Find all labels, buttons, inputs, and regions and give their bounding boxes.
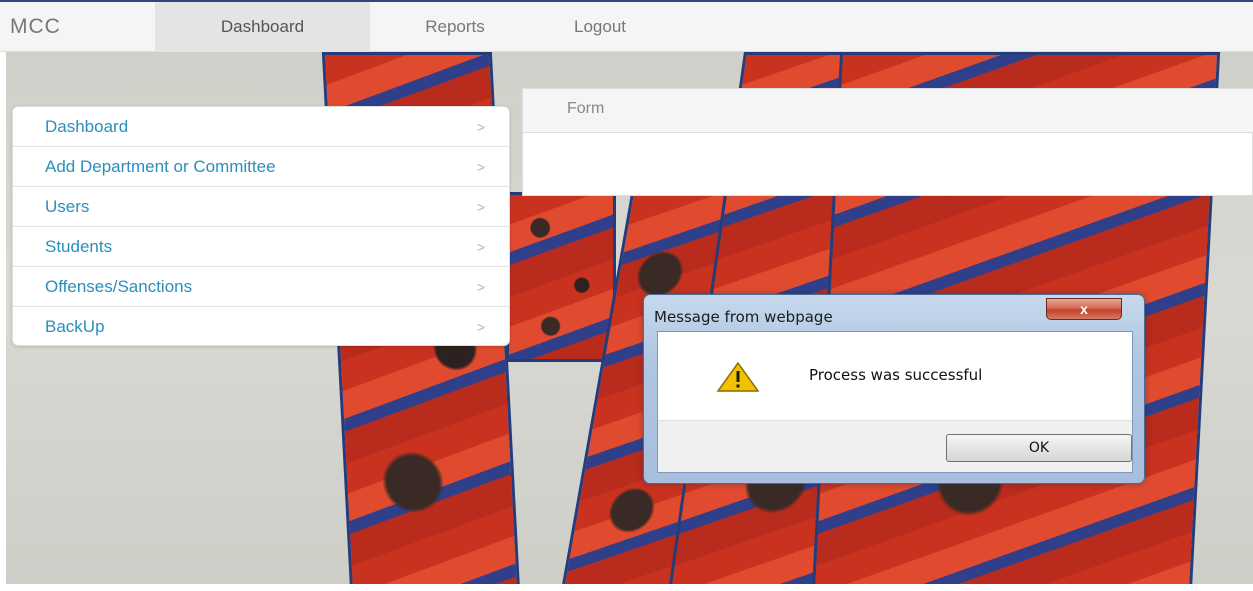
side-item-label: Students bbox=[45, 237, 113, 256]
side-item-label: Dashboard bbox=[45, 117, 129, 136]
side-item-label: BackUp bbox=[45, 317, 105, 336]
page-bottom-edge bbox=[0, 584, 1253, 591]
form-title: Form bbox=[567, 100, 605, 117]
side-item-dashboard[interactable]: Dashboard > bbox=[13, 107, 509, 147]
dialog-message: Process was successful bbox=[809, 366, 983, 384]
dialog-title: Message from webpage bbox=[654, 308, 833, 326]
form-panel-heading: Form bbox=[523, 89, 1253, 133]
nav-logout[interactable]: Logout bbox=[540, 2, 660, 52]
nav-reports[interactable]: Reports bbox=[375, 2, 535, 52]
nav-dashboard[interactable]: Dashboard bbox=[155, 2, 370, 52]
side-item-backup[interactable]: BackUp > bbox=[13, 307, 509, 347]
chevron-right-icon: > bbox=[476, 239, 485, 255]
warning-icon bbox=[716, 362, 760, 392]
ok-button[interactable]: OK bbox=[946, 434, 1132, 462]
side-menu: Dashboard > Add Department or Committee … bbox=[12, 106, 510, 346]
alert-dialog: Message from webpage x Process was succe… bbox=[643, 294, 1145, 484]
side-item-students[interactable]: Students > bbox=[13, 227, 509, 267]
dialog-footer: OK bbox=[658, 420, 1132, 472]
side-item-label: Offenses/Sanctions bbox=[45, 277, 193, 296]
dialog-body: Process was successful OK bbox=[657, 331, 1133, 473]
brand-logo[interactable]: MCC bbox=[10, 2, 61, 52]
side-item-add-department[interactable]: Add Department or Committee > bbox=[13, 147, 509, 187]
chevron-right-icon: > bbox=[476, 319, 485, 335]
side-item-offenses[interactable]: Offenses/Sanctions > bbox=[13, 267, 509, 307]
chevron-right-icon: > bbox=[476, 279, 485, 295]
photo-strip bbox=[506, 192, 616, 362]
chevron-right-icon: > bbox=[476, 159, 485, 175]
side-item-label: Users bbox=[45, 197, 90, 216]
top-navbar: MCC Dashboard Reports Logout bbox=[0, 0, 1253, 52]
form-panel: Form bbox=[522, 88, 1253, 196]
close-icon[interactable]: x bbox=[1046, 298, 1122, 320]
chevron-right-icon: > bbox=[476, 199, 485, 215]
side-item-label: Add Department or Committee bbox=[45, 157, 276, 176]
side-item-users[interactable]: Users > bbox=[13, 187, 509, 227]
chevron-right-icon: > bbox=[476, 119, 485, 135]
